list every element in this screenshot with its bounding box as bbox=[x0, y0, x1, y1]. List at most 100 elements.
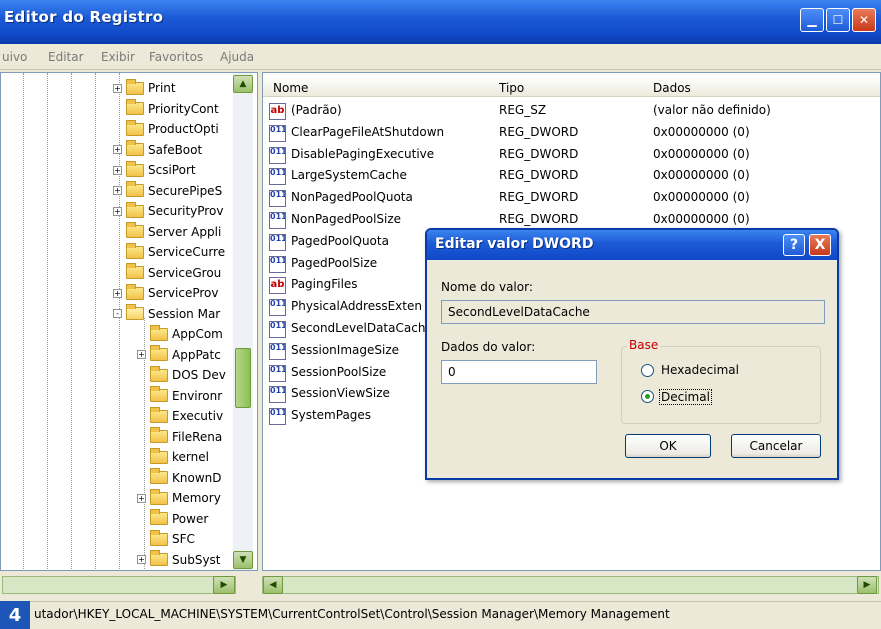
menu-exibir[interactable]: Exibir bbox=[101, 50, 135, 64]
tree-item[interactable]: Environr bbox=[137, 386, 222, 406]
tree-item-label: PriorityCont bbox=[148, 101, 219, 116]
tree-item[interactable]: + Print bbox=[113, 78, 176, 98]
close-button[interactable]: ✕ bbox=[852, 8, 876, 32]
collapse-icon[interactable]: - bbox=[113, 309, 122, 318]
tree-item[interactable]: PriorityCont bbox=[113, 99, 219, 119]
tree-item[interactable]: + AppPatc bbox=[137, 345, 221, 365]
registry-value-row[interactable]: ab (Padrão) REG_SZ (valor não definido) bbox=[263, 99, 880, 121]
folder-icon bbox=[150, 468, 168, 484]
menu-favoritos[interactable]: Favoritos bbox=[149, 50, 203, 64]
menu-arquivo[interactable]: uivo bbox=[2, 50, 27, 64]
maximize-button[interactable]: ☐ bbox=[826, 8, 850, 32]
scroll-up-button[interactable]: ▲ bbox=[233, 75, 253, 93]
scroll-down-button[interactable]: ▼ bbox=[233, 551, 253, 569]
binary-value-icon: 011 110 bbox=[269, 168, 286, 186]
tree-item[interactable]: + Memory bbox=[137, 488, 221, 508]
tree-item[interactable]: + ScsiPort bbox=[113, 160, 196, 180]
binary-value-icon: 011 110 bbox=[269, 299, 286, 317]
value-name-field[interactable]: SecondLevelDataCache bbox=[441, 300, 825, 324]
tree-guide-line bbox=[47, 73, 48, 570]
scroll-thumb[interactable] bbox=[235, 348, 251, 408]
tree-item[interactable]: Executiv bbox=[137, 406, 223, 426]
registry-tree[interactable]: + Print PriorityCont ProductOpti + SafeBoot + S… bbox=[0, 72, 258, 571]
folder-icon bbox=[126, 78, 144, 95]
registry-value-row[interactable]: 011 110 ClearPageFileAtShutdown REG_DWORD 0… bbox=[263, 121, 880, 143]
value-data-input[interactable]: 0 bbox=[441, 360, 597, 384]
tree-item[interactable]: AppCom bbox=[137, 324, 223, 344]
menu-editar[interactable]: Editar bbox=[48, 50, 84, 64]
tree-item-label: SubSyst bbox=[172, 552, 221, 567]
dialog-close-button[interactable]: X bbox=[809, 234, 831, 256]
folder-icon bbox=[150, 427, 168, 443]
list-horizontal-scrollbar[interactable]: ◀ ▶ bbox=[262, 576, 879, 594]
help-button[interactable]: ? bbox=[783, 234, 805, 256]
registry-value-row[interactable]: 011 110 NonPagedPoolQuota REG_DWORD 0x00000… bbox=[263, 186, 880, 208]
cancel-button[interactable]: Cancelar bbox=[731, 434, 821, 458]
tree-item[interactable]: DOS Dev bbox=[137, 365, 226, 385]
tree-item[interactable]: + SubSyst bbox=[137, 550, 221, 570]
registry-value-row[interactable]: 011 110 DisablePagingExecutive REG_DWORD 0x… bbox=[263, 143, 880, 165]
registry-value-row[interactable]: 011 110 LargeSystemCache REG_DWORD 0x000000… bbox=[263, 164, 880, 186]
column-header-nome[interactable]: Nome bbox=[273, 81, 308, 95]
tree-item-label: DOS Dev bbox=[172, 368, 226, 382]
cell-name: DisablePagingExecutive bbox=[291, 146, 435, 161]
tree-item[interactable]: + SafeBoot bbox=[113, 140, 202, 160]
tree-item[interactable]: ServiceGrou bbox=[113, 263, 221, 283]
string-value-icon: ab bbox=[269, 103, 286, 120]
folder-icon bbox=[126, 99, 144, 115]
hexadecimal-radio[interactable] bbox=[641, 364, 654, 377]
minimize-icon: ▁ bbox=[807, 13, 817, 27]
tree-item[interactable]: FileRena bbox=[137, 427, 222, 447]
scroll-right-button[interactable]: ▶ bbox=[213, 576, 235, 594]
tree-item[interactable]: Power bbox=[137, 509, 208, 529]
expand-icon[interactable]: + bbox=[137, 350, 146, 359]
cell-name: SecondLevelDataCach bbox=[291, 321, 426, 335]
expand-icon[interactable]: + bbox=[113, 165, 122, 175]
cell-type: REG_DWORD bbox=[499, 124, 579, 139]
tree-item[interactable]: + SecurePipeS bbox=[113, 181, 222, 201]
scroll-right-button[interactable]: ▶ bbox=[857, 576, 877, 594]
ok-button[interactable]: OK bbox=[625, 434, 711, 458]
folder-icon bbox=[150, 345, 168, 361]
decimal-radio[interactable] bbox=[641, 390, 654, 403]
tree-item[interactable]: kernel bbox=[137, 447, 209, 467]
hexadecimal-label[interactable]: Hexadecimal bbox=[661, 363, 739, 377]
binary-value-icon: 011 110 bbox=[269, 255, 286, 273]
tree-horizontal-scrollbar[interactable]: ▶ bbox=[2, 576, 236, 594]
expand-icon[interactable]: + bbox=[113, 145, 122, 154]
tree-item[interactable]: SFC bbox=[137, 529, 195, 549]
menu-bar: uivo Editar Exibir Favoritos Ajuda bbox=[0, 44, 881, 70]
tree-item[interactable]: + ServiceProv bbox=[113, 283, 219, 303]
status-path: utador\HKEY_LOCAL_MACHINE\SYSTEM\Current… bbox=[34, 607, 670, 621]
scroll-left-button[interactable]: ◀ bbox=[263, 576, 283, 594]
registry-value-row[interactable]: 011 110 NonPagedPoolSize REG_DWORD 0x000000… bbox=[263, 208, 880, 230]
tree-item[interactable]: ProductOpti bbox=[113, 119, 219, 139]
cell-data: 0x00000000 (0) bbox=[653, 190, 750, 205]
expand-icon[interactable]: + bbox=[113, 206, 122, 216]
tree-item-label: SFC bbox=[172, 532, 195, 546]
tree-vertical-scrollbar[interactable]: ▲ ▼ bbox=[233, 73, 253, 570]
decimal-label[interactable]: Decimal bbox=[659, 389, 712, 405]
menu-ajuda[interactable]: Ajuda bbox=[220, 50, 254, 64]
column-header-tipo[interactable]: Tipo bbox=[499, 81, 524, 95]
chevron-up-icon: ▲ bbox=[239, 79, 247, 89]
tree-item[interactable]: KnownD bbox=[137, 468, 221, 488]
cell-name: PagedPoolQuota bbox=[291, 233, 389, 248]
expand-icon[interactable]: + bbox=[137, 493, 146, 503]
expand-icon[interactable]: + bbox=[113, 288, 122, 298]
tree-item-label: kernel bbox=[172, 450, 209, 464]
expand-icon[interactable]: + bbox=[137, 555, 146, 564]
tree-item[interactable]: + SecurityProv bbox=[113, 201, 223, 221]
column-header-dados[interactable]: Dados bbox=[653, 81, 691, 95]
cell-name: SessionViewSize bbox=[291, 386, 390, 401]
expand-icon[interactable]: + bbox=[113, 83, 122, 93]
folder-icon bbox=[126, 283, 144, 300]
tree-item[interactable]: ServiceCurre bbox=[113, 242, 225, 262]
cell-name: (Padrão) bbox=[291, 103, 342, 117]
binary-value-icon: 011 110 bbox=[269, 386, 286, 404]
minimize-button[interactable]: ▁ bbox=[800, 8, 824, 32]
tree-item-label: AppCom bbox=[172, 327, 223, 341]
expand-icon[interactable]: + bbox=[113, 186, 122, 195]
tree-item[interactable]: Server Appli bbox=[113, 222, 221, 242]
tree-item[interactable]: - Session Mar bbox=[113, 304, 220, 324]
